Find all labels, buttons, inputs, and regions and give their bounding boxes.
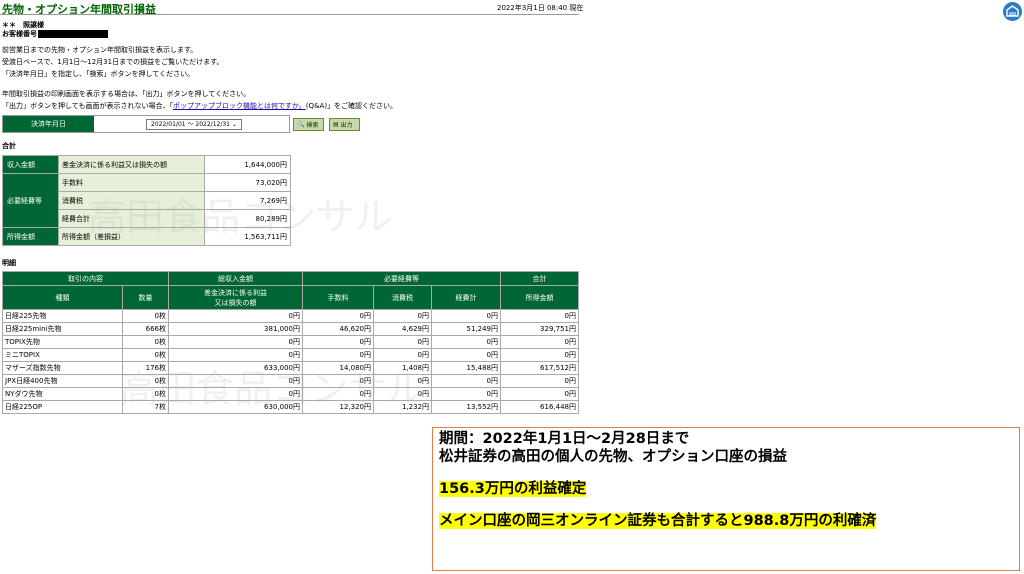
date-range-select[interactable]: 2022/01/01 ～ 2022/12/31 ⌄ (146, 118, 243, 130)
col-header-qty: 数量 (122, 285, 169, 310)
printer-icon: ▤ (333, 121, 339, 128)
watermark: 高田食品コンサル (120, 367, 425, 411)
filter-cell: 2022/01/01 ～ 2022/12/31 ⌄ (94, 116, 289, 132)
intro-text: 前営業日までの先物・オプション年間取引損益を表示します。 受渡日ベースで、1月1… (2, 44, 223, 80)
date-filter: 決済年月日 2022/01/01 ～ 2022/12/31 ⌄ (2, 115, 290, 133)
table-row: 日経225先物 0枚 0円 0円 0円 0円 0円 (2, 309, 579, 323)
table-cell: マザーズ指数先物 (2, 361, 123, 375)
profit-label: 所得金額 (2, 227, 59, 246)
table-cell: 0円 (373, 309, 432, 323)
col-header-tax: 消費税 (373, 285, 432, 310)
table-cell: 616,448円 (500, 400, 579, 414)
print-button[interactable]: ▤ 出力 (329, 118, 360, 131)
group-header: 合計 (500, 271, 579, 286)
table-cell: 666枚 (122, 322, 169, 336)
group-header: 取引の内容 (2, 271, 169, 286)
intro-line: 「決済年月日」を指定し、「検索」ボタンを押してください。 (2, 70, 195, 78)
watermark: 高田食品コンサル (88, 195, 393, 239)
table-cell: 15,488円 (431, 361, 501, 375)
table-cell: 329,751円 (500, 322, 579, 336)
table-cell: TOPIX先物 (2, 335, 123, 349)
chevron-down-icon: ⌄ (231, 120, 238, 128)
table-cell: 0円 (500, 309, 579, 323)
annotation-box: 期間：2022年1月1日～2月28日まで 松井証券の高田の個人の先物、オプション… (432, 427, 1020, 571)
col-header-profit: 所得金額 (500, 285, 579, 310)
print-instructions: 年間取引損益の印刷画面を表示する場合は、「出力」ボタンを押してください。 「出力… (2, 88, 397, 112)
table-cell: 0枚 (122, 335, 169, 349)
group-header: 必要経費等 (302, 271, 501, 286)
table-cell: 日経225mini先物 (2, 322, 123, 336)
table-cell: 0円 (500, 374, 579, 388)
redacted-block (38, 30, 108, 38)
table-cell: 46,620円 (302, 322, 374, 336)
table-cell: 日経225OP (2, 400, 123, 414)
col-header-fee: 手数料 (302, 285, 374, 310)
table-cell: 0円 (431, 335, 501, 349)
income-label: 収入金額 (2, 155, 59, 174)
customer-number-label: お客様番号 (2, 30, 37, 38)
search-button[interactable]: 🔍 検索 (293, 118, 324, 131)
header-divider (0, 14, 579, 15)
search-icon: 🔍 (297, 121, 305, 128)
income-desc: 差金決済に係る利益又は損失の額 (58, 155, 205, 174)
filter-label: 決済年月日 (3, 116, 94, 132)
note-highlight: メイン口座の岡三オンライン証券も合計すると988.8万円の利確済 (439, 513, 877, 529)
customer-number: お客様番号 (2, 29, 108, 39)
intro-line: 年間取引損益の印刷画面を表示する場合は、「出力」ボタンを押してください。 (2, 90, 251, 98)
table-cell: 0枚 (122, 309, 169, 323)
summary-heading: 合計 (2, 142, 16, 150)
col-header-income: 差金決済に係る利益 又は損失の額 (168, 285, 303, 310)
note-line: 期間：2022年1月1日～2月28日まで (439, 431, 690, 447)
table-cell: 0円 (431, 309, 501, 323)
intro-text-pre: 「出力」ボタンを押しても画面が表示されない場合、「 (2, 102, 173, 110)
intro-line: 「出力」ボタンを押しても画面が表示されない場合、「ポップアップブロック機能とは何… (2, 100, 397, 112)
search-button-label: 検索 (306, 122, 319, 129)
table-cell: 0円 (168, 335, 303, 349)
table-cell: ミニTOPIX (2, 348, 123, 362)
col-header-expense: 経費計 (431, 285, 501, 310)
table-cell: NYダウ先物 (2, 387, 123, 401)
table-cell: 0円 (302, 309, 374, 323)
print-button-label: 出力 (340, 122, 353, 129)
timestamp: 2022年3月1日 08:40 現在 (497, 4, 584, 12)
expense-label: 必要経費等 (2, 173, 59, 228)
home-icon[interactable] (1003, 2, 1022, 21)
table-cell: 0円 (500, 348, 579, 362)
intro-line: 受渡日ベースで、1月1日～12月31日までの損益をご覧いただけます。 (2, 58, 224, 66)
intro-text-post: (Q&A)」をご確認ください。 (305, 102, 398, 110)
table-cell: 0円 (302, 335, 374, 349)
note-line: 松井証券の高田の個人の先物、オプション口座の損益 (439, 449, 787, 465)
table-cell: 0円 (431, 387, 501, 401)
income-value: 1,644,000円 (204, 155, 291, 174)
col-header-income-line: 差金決済に係る利益 (204, 288, 267, 297)
table-cell: 日経225先物 (2, 309, 123, 323)
table-cell: 13,552円 (431, 400, 501, 414)
note-spacer (439, 498, 1013, 512)
table-cell: 0円 (168, 309, 303, 323)
table-cell: 0円 (500, 387, 579, 401)
col-header-income-line: 又は損失の額 (214, 298, 257, 307)
popup-block-faq-link[interactable]: ポップアップブロック機能とは何ですか。 (173, 102, 306, 110)
group-header: 総収入金額 (168, 271, 303, 286)
date-range-value: 2022/01/01 ～ 2022/12/31 (151, 120, 230, 128)
col-header-kind: 種類 (2, 285, 123, 310)
table-cell: 617,512円 (500, 361, 579, 375)
detail-heading: 明細 (2, 259, 16, 267)
intro-line: 前営業日までの先物・オプション年間取引損益を表示します。 (2, 46, 198, 54)
note-spacer (439, 466, 1013, 480)
table-cell: 51,249円 (431, 322, 501, 336)
table-row: TOPIX先物 0枚 0円 0円 0円 0円 0円 (2, 335, 579, 349)
table-cell: 0円 (500, 335, 579, 349)
table-cell: 4,629円 (373, 322, 432, 336)
table-cell: 381,000円 (168, 322, 303, 336)
table-row: 日経225mini先物 666枚 381,000円 46,620円 4,629円 51,2… (2, 322, 579, 336)
table-cell: JPX日経400先物 (2, 374, 123, 388)
table-cell: 0円 (431, 348, 501, 362)
note-highlight: 156.3万円の利益確定 (439, 481, 587, 497)
table-cell: 0円 (373, 335, 432, 349)
table-cell: 0円 (431, 374, 501, 388)
